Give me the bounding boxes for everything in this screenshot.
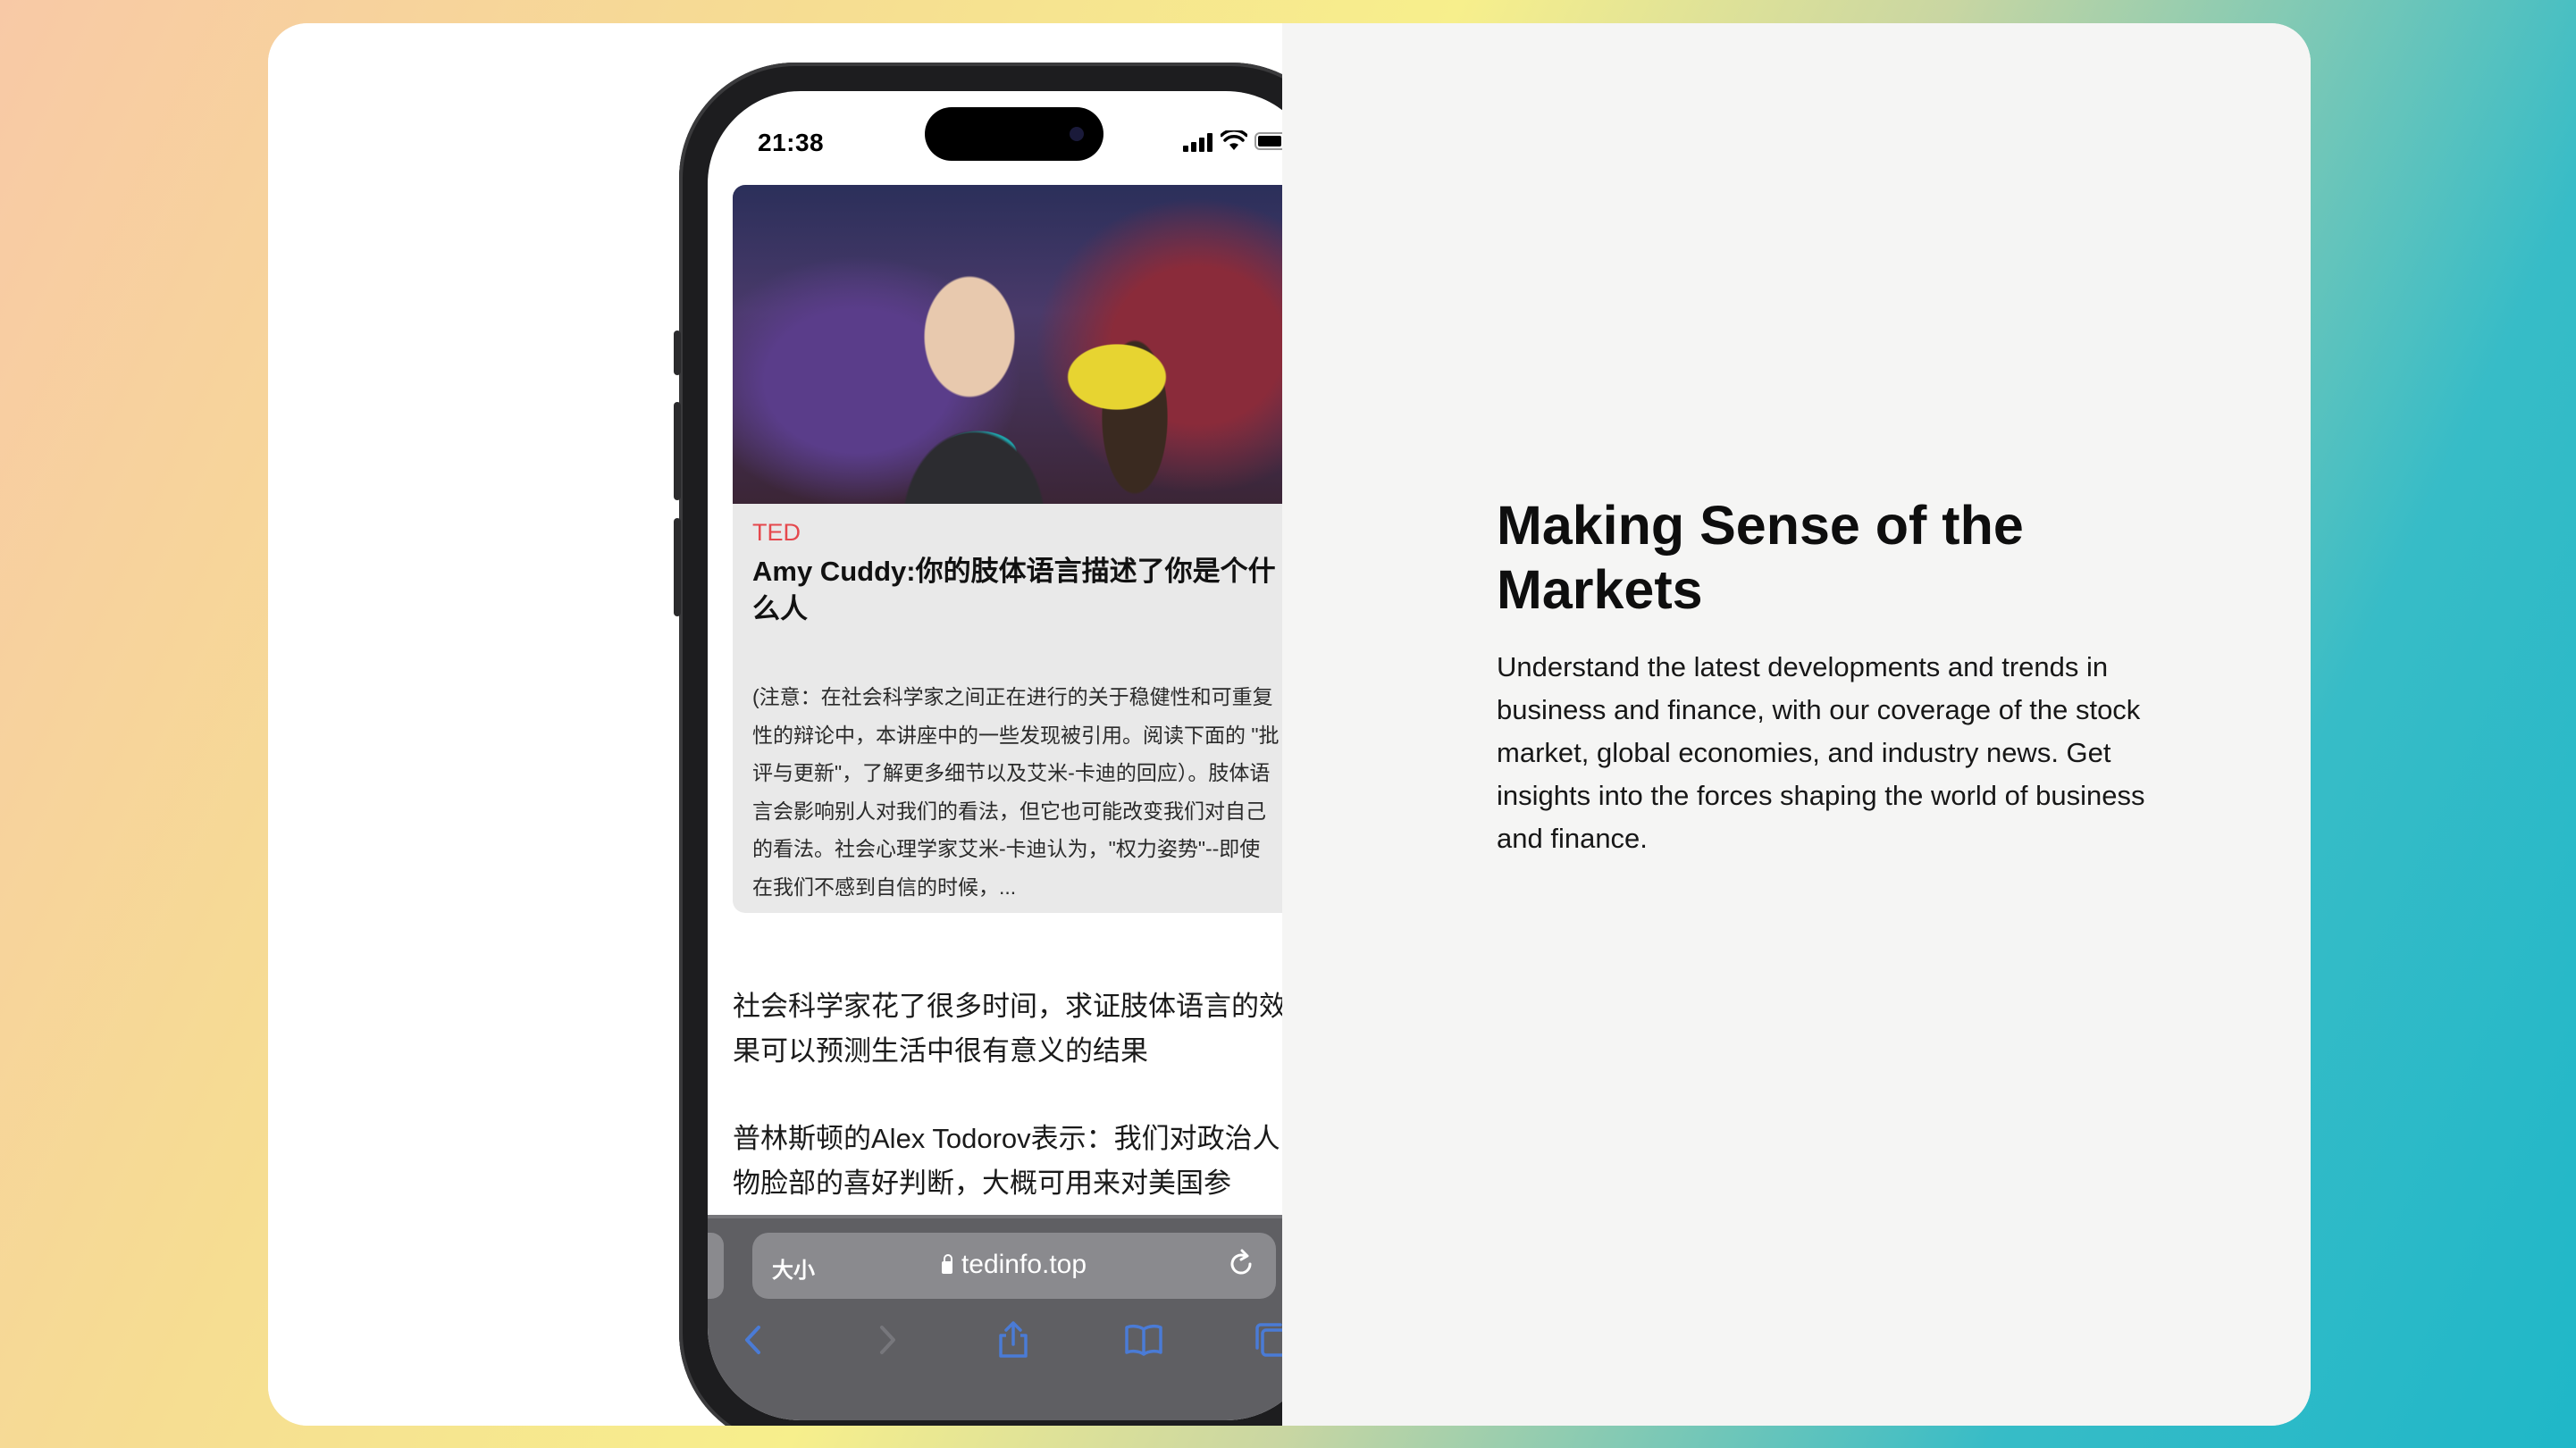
phone-mockup: 21:38 TED Amy Cuddy:你的肢体语言描述了你是个什么人 (注意：…	[674, 63, 1353, 1426]
share-icon[interactable]	[994, 1320, 1033, 1360]
article-paragraph: 社会科学家花了很多时间，求证肢体语言的效果可以预测生活中很有意义的结果	[733, 991, 1287, 1067]
safari-toolbar: 大小 tedinfo.top	[708, 1215, 1319, 1420]
phone-screen: 21:38 TED Amy Cuddy:你的肢体语言描述了你是个什么人 (注意：…	[708, 91, 1319, 1420]
hero-title: Making Sense of the Markets	[1497, 495, 2024, 620]
hero-description: Understand the latest developments and t…	[1497, 651, 2145, 854]
promo-card: 21:38 TED Amy Cuddy:你的肢体语言描述了你是个什么人 (注意：…	[268, 23, 2311, 1426]
status-bar: 21:38	[708, 91, 1319, 198]
url-text: tedinfo.top	[961, 1250, 1087, 1279]
forward-icon[interactable]	[867, 1320, 906, 1360]
article-photo	[733, 185, 1296, 504]
signal-icon	[1183, 133, 1212, 152]
phone-showcase-pane: 21:38 TED Amy Cuddy:你的肢体语言描述了你是个什么人 (注意：…	[268, 23, 1353, 1426]
previous-tab-pill[interactable]	[708, 1233, 724, 1299]
dynamic-island	[925, 107, 1103, 161]
article-title[interactable]: Amy Cuddy:你的肢体语言描述了你是个什么人	[752, 553, 1280, 628]
reload-icon[interactable]	[1226, 1249, 1256, 1279]
article-paragraph: 普林斯顿的Alex Todorov表示：我们对政治人物脸部的喜好判断，大概可用来…	[733, 1123, 1280, 1199]
address-bar[interactable]: 大小 tedinfo.top	[752, 1233, 1276, 1299]
wifi-icon	[1221, 130, 1247, 150]
lock-icon	[941, 1254, 952, 1274]
phone-volume-up	[674, 402, 681, 500]
info-pane: Making Sense of the Markets Understand t…	[1282, 23, 2311, 1426]
article-summary: (注意：在社会科学家之间正在进行的关于稳健性和可重复性的辩论中，本讲座中的一些发…	[752, 685, 1280, 899]
article-card[interactable]: TED Amy Cuddy:你的肢体语言描述了你是个什么人 (注意：在社会科学家…	[733, 185, 1296, 913]
phone-mute-switch	[674, 331, 681, 375]
bookmarks-icon[interactable]	[1124, 1320, 1163, 1360]
status-time: 21:38	[758, 129, 825, 156]
phone-volume-down	[674, 518, 681, 616]
back-icon[interactable]	[734, 1320, 774, 1360]
article-source: TED	[752, 519, 801, 546]
